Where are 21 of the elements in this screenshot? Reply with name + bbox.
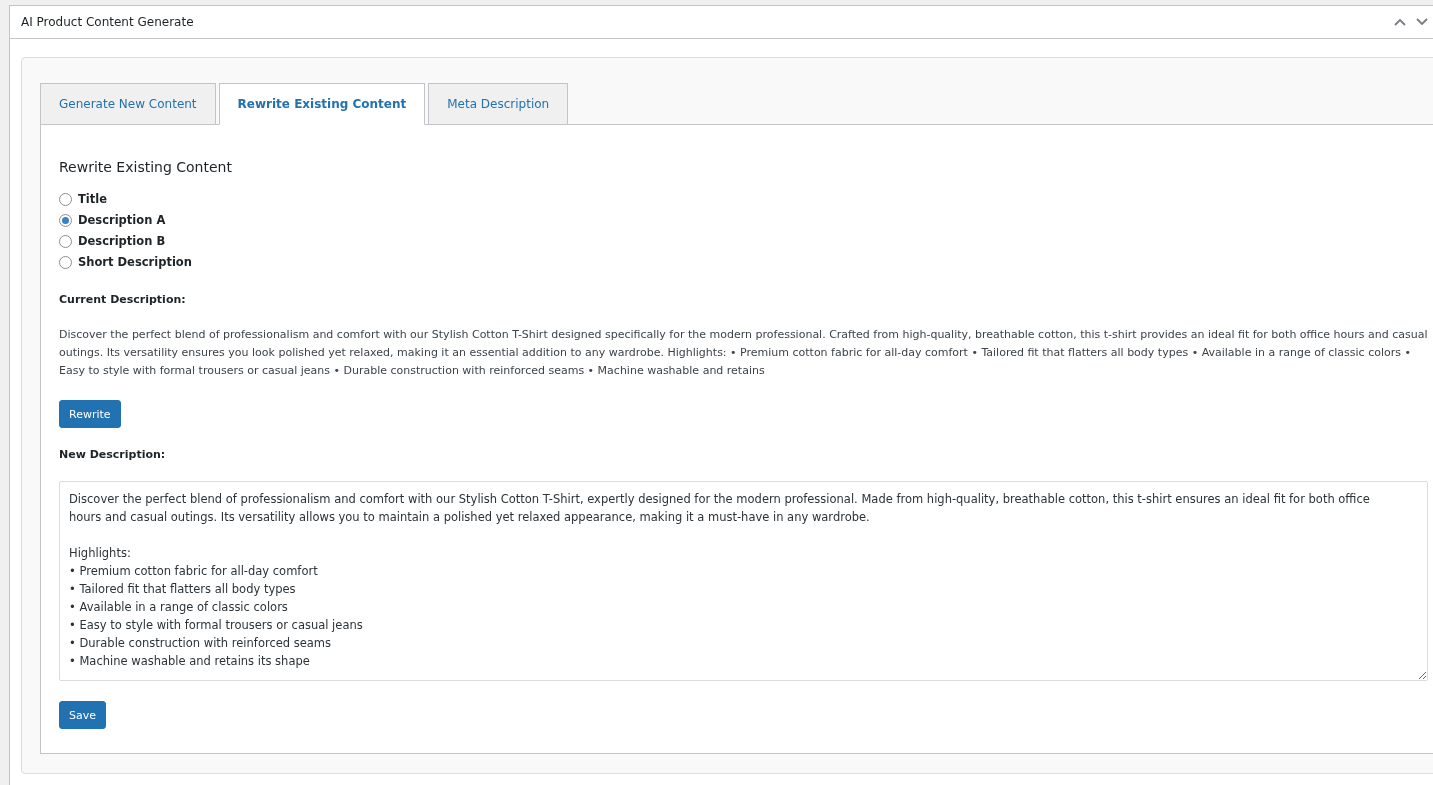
chevron-up-icon[interactable] bbox=[1393, 17, 1407, 27]
save-button[interactable]: Save bbox=[59, 701, 106, 729]
tab[interactable]: Generate New Content bbox=[40, 83, 216, 125]
radio-label: Description B bbox=[78, 234, 166, 248]
radio-label: Title bbox=[78, 192, 108, 206]
radio-button[interactable] bbox=[59, 255, 72, 269]
radio-label: Short Description bbox=[78, 255, 192, 269]
panel-title: AI Product Content Generate bbox=[21, 15, 194, 29]
chevron-down-icon[interactable] bbox=[1415, 17, 1429, 27]
radio-button[interactable] bbox=[59, 234, 72, 248]
section-title: Rewrite Existing Content bbox=[59, 159, 233, 175]
rewrite-button[interactable]: Rewrite bbox=[59, 400, 121, 428]
tab[interactable]: Meta Description bbox=[428, 83, 569, 125]
radio-button[interactable] bbox=[59, 213, 72, 227]
field-label: Current Description: bbox=[59, 293, 187, 306]
new-description-field[interactable]: Discover the perfect blend of professionalism and comfort with our Stylish Cotton T-Shirt, expertly designed for the modern professional. Made from high-quality, breathable cotton, this t-shirt ensures an ideal fit for both office hours and casual outings. Its versatility allows you to maintain a polished yet relaxed appearance, making it a must-have in any wardrobe. Highlights: • Premium cotton fabric for all-day comfort • Tailored fit that flatters all body types • Available in a range of classic colors • Easy to style with formal trousers or casual jeans • Durable construction with reinforced seams • Machine washable and retains its shape bbox=[59, 481, 1428, 681]
field-label: New Description: bbox=[59, 448, 167, 461]
tab[interactable]: Rewrite Existing Content bbox=[218, 83, 426, 125]
radio-label: Description A bbox=[78, 213, 166, 227]
current-description-text: Discover the perfect blend of professionalism and comfort with our Stylish Cotton T-Shirt designed specifically for the modern professional. Crafted from high-quality, breathable cotton, this t-shirt provides an ideal fit for both office hours and casual outings. Its versatility ensures you look polished yet relaxed, making it an essential addition to any wardrobe. Highlights: • Premium cotton fabric for all-day comfort • Tailored fit that flatters all body types • Available in a range of classic colors • Easy to style with formal trousers or casual jeans • Durable construction with reinforced seams • Machine washable and retains bbox=[59, 327, 1428, 379]
radio-button[interactable] bbox=[59, 192, 72, 206]
